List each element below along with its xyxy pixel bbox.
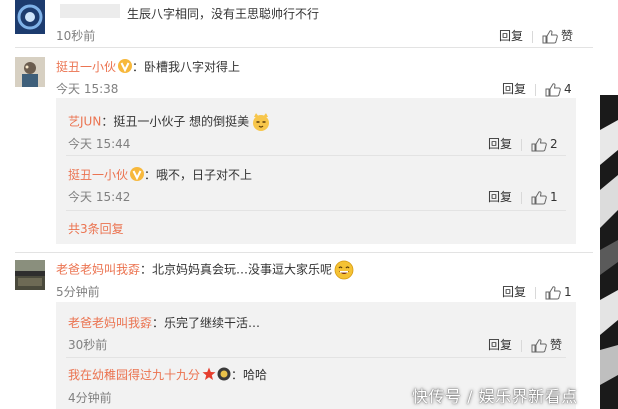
divider xyxy=(15,47,593,48)
reply-text: 哈哈 xyxy=(243,368,268,382)
comment-time: 10秒前 xyxy=(56,29,96,43)
star-badge-icon xyxy=(202,367,216,380)
reply-button[interactable]: 回复 xyxy=(488,137,512,151)
laughing-face-icon xyxy=(334,260,354,280)
blurred-username xyxy=(60,4,120,18)
avatar[interactable] xyxy=(15,57,45,87)
divider xyxy=(15,252,593,253)
comment-line: 老爸老妈叫我孬：北京妈妈真会玩…没事逗大家乐呢 xyxy=(56,260,354,280)
thumbs-up-icon[interactable] xyxy=(545,285,561,300)
reply-time: 今天 15:44 xyxy=(68,137,131,151)
comment-text: 北京妈妈真会玩…没事逗大家乐呢 xyxy=(152,262,333,277)
verified-badge-icon xyxy=(130,167,145,181)
comment-text: 生辰八字相同，没有王思聪帅行不行 xyxy=(127,5,319,22)
reply-actions: 回复 赞 xyxy=(488,336,562,353)
avatar[interactable] xyxy=(15,260,45,290)
thumbs-up-icon[interactable] xyxy=(531,137,547,152)
medal-badge-icon xyxy=(217,367,231,381)
like-label[interactable]: 赞 xyxy=(550,338,562,352)
reply-time: 4分钟前 xyxy=(68,391,112,405)
reply-author[interactable]: 老爸老妈叫我孬 xyxy=(68,316,152,330)
like-count: 4 xyxy=(564,82,572,96)
thumbs-up-icon[interactable] xyxy=(545,82,561,97)
like-count: 2 xyxy=(550,137,558,151)
reply-line: 艺JUN：挺丑一小伙子 想的倒挺美 xyxy=(68,112,271,132)
thumbs-up-icon[interactable] xyxy=(531,338,547,353)
verified-badge-icon xyxy=(118,59,133,73)
thumbs-up-icon[interactable] xyxy=(531,190,547,205)
like-count: 1 xyxy=(550,190,558,204)
comment-actions: 回复 4 xyxy=(502,80,572,97)
comment-actions: 回复 1 xyxy=(502,283,572,300)
cat-face-icon xyxy=(253,113,270,131)
reply-text: 哦不，日子对不上 xyxy=(156,168,253,182)
comment-text-content: 生辰八字相同，没有王思聪帅行不行 xyxy=(127,7,320,21)
reply-text: 挺丑一小伙子 想的倒挺美 xyxy=(113,114,250,129)
divider xyxy=(66,210,566,211)
comment-line: 挺丑一小伙 ：卧槽我八字对得上 xyxy=(56,59,241,74)
reply-button[interactable]: 回复 xyxy=(488,338,512,352)
reply-author[interactable]: 我在幼稚园得过九十九分 xyxy=(68,368,200,382)
like-label[interactable]: 赞 xyxy=(561,29,573,43)
divider xyxy=(66,155,566,156)
reply-button[interactable]: 回复 xyxy=(502,285,526,299)
reply-button[interactable]: 回复 xyxy=(499,29,523,43)
reply-actions: 回复 1 xyxy=(488,188,558,205)
reply-button[interactable]: 回复 xyxy=(488,190,512,204)
comment-author[interactable]: 挺丑一小伙 xyxy=(56,60,116,74)
reply-line: 老爸老妈叫我孬：乐完了继续干活… xyxy=(68,316,261,330)
reply-actions: 回复 2 xyxy=(488,135,558,152)
like-count: 1 xyxy=(564,285,572,299)
reply-line: 我在幼稚园得过九十九分 ：哈哈 xyxy=(68,367,268,382)
thumbs-up-icon[interactable] xyxy=(542,29,558,44)
reply-line: 挺丑一小伙 ：哦不，日子对不上 xyxy=(68,167,253,182)
comment-author[interactable]: 老爸老妈叫我孬 xyxy=(56,263,140,277)
avatar[interactable] xyxy=(15,0,45,34)
comment-time: 今天 15:38 xyxy=(56,82,119,96)
reply-button[interactable]: 回复 xyxy=(502,82,526,96)
side-photo xyxy=(594,0,618,409)
reply-time: 今天 15:42 xyxy=(68,190,131,204)
reply-text: 乐完了继续干活… xyxy=(164,316,261,330)
reply-author[interactable]: 挺丑一小伙 xyxy=(68,168,128,182)
reply-time: 30秒前 xyxy=(68,338,108,352)
reply-author[interactable]: 艺JUN xyxy=(68,115,101,129)
comment-actions: 回复 赞 xyxy=(499,27,573,44)
comment-text: 卧槽我八字对得上 xyxy=(144,60,241,74)
divider xyxy=(66,357,566,358)
watermark: 快传号 / 娱乐界新看点 xyxy=(412,387,578,406)
comment-time: 5分钟前 xyxy=(56,285,100,299)
more-replies-link[interactable]: 共3条回复 xyxy=(68,220,124,237)
